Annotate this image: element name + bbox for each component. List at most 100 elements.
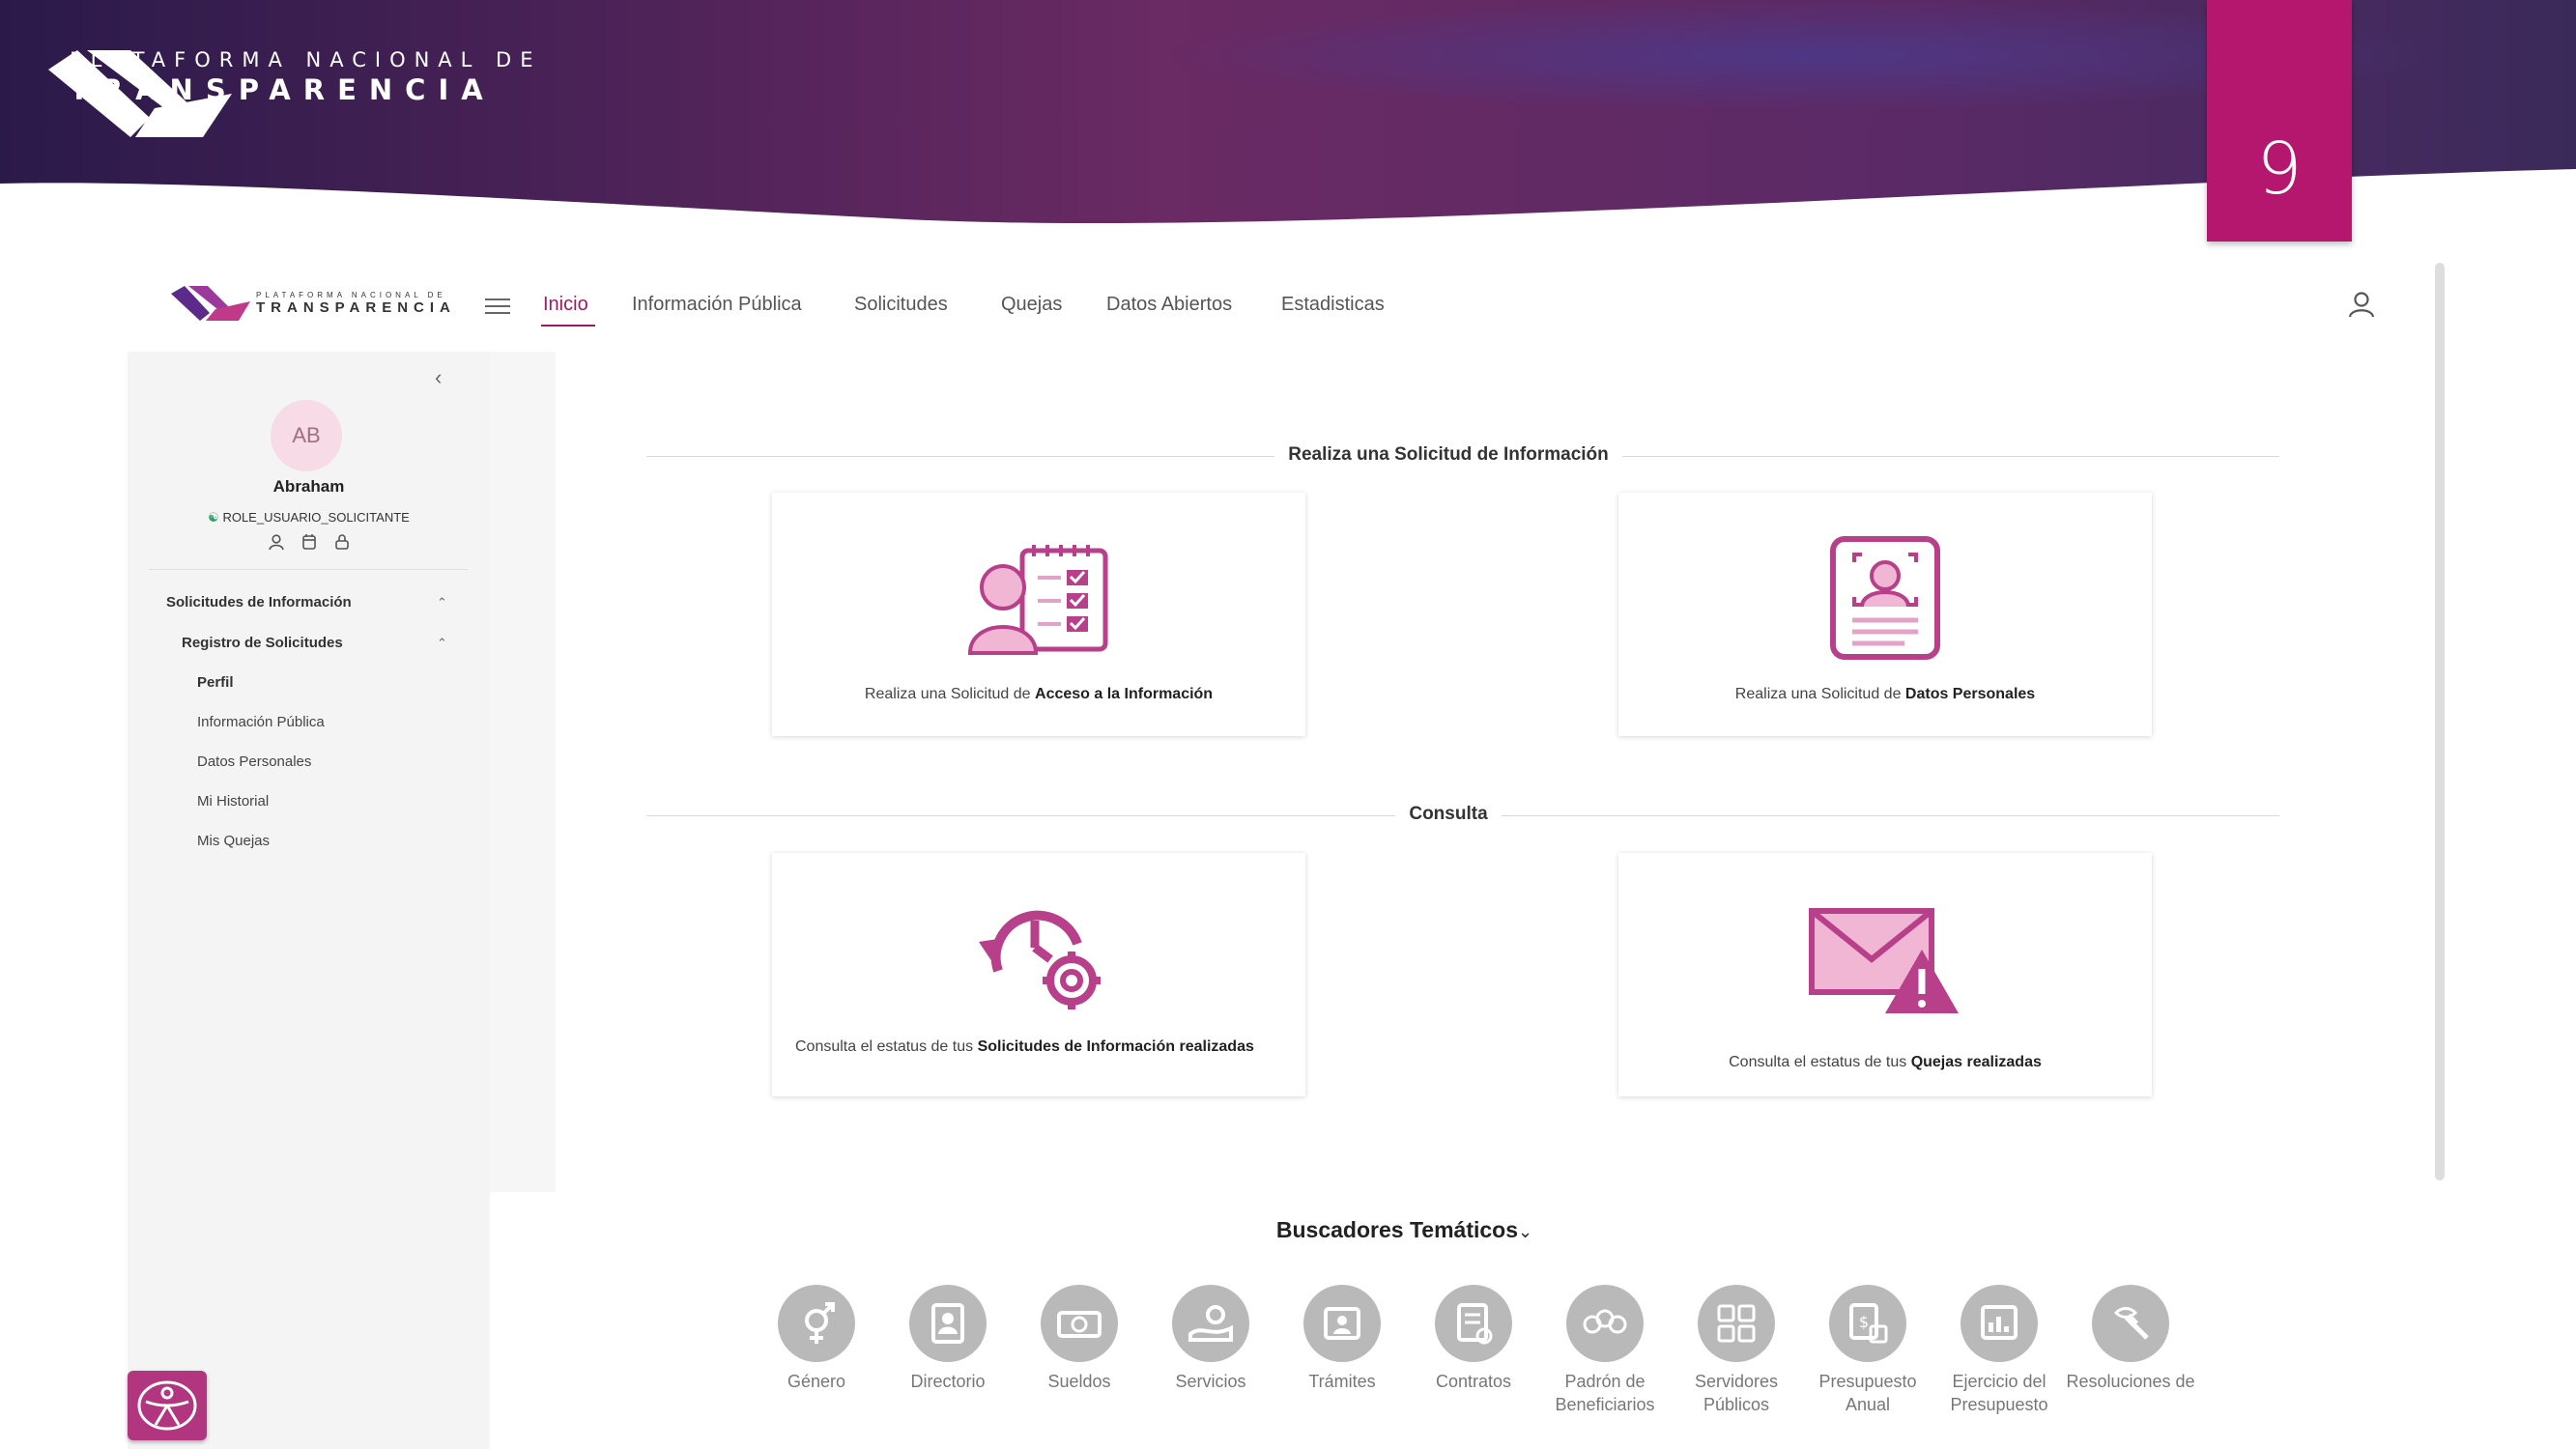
complaint-mail-icon [1809,908,1959,1013]
accessibility-icon [137,1380,197,1431]
tema-ejercicio-presupuesto[interactable]: Ejercicio del Presupuesto [1933,1285,2065,1416]
buscadores-title: Buscadores Temáticos [1275,1217,1519,1242]
tema-resoluciones[interactable]: Resoluciones de [2065,1285,2196,1393]
card-datos-bold: Datos Personales [1904,686,2036,702]
card-solicitudes-bold: Solicitudes de Información realizadas [977,1038,1254,1055]
budget-exercise-icon [1981,1305,2018,1340]
page-number: 9 [2256,128,2303,211]
main-gutter [490,352,556,1192]
top-navbar: PLATAFORMA NACIONAL DE TRANSPARENCIA Ini… [128,263,2375,353]
nav-active-underline [541,325,595,327]
directory-icon [931,1303,964,1344]
main-content: Realiza una Solicitud de Información Rea… [490,352,2371,1449]
tema-contratos[interactable]: Contratos [1408,1285,1539,1393]
card-estatus-quejas[interactable]: Consulta el estatus de tus Quejas realiz… [1618,853,2152,1096]
access-request-icon [967,545,1108,655]
nav-solicitudes[interactable]: Solicitudes [854,294,948,316]
tema-label: Sueldos [1047,1372,1111,1391]
card-datos-personales[interactable]: Realiza una Solicitud de Datos Personale… [1618,493,2152,736]
tema-label: Padrón de Beneficiarios [1555,1372,1655,1414]
slide-banner: PLATAFORMA NACIONAL DE TRANSPARENCIA [0,0,2576,232]
tema-sueldos[interactable]: Sueldos [1014,1285,1145,1393]
user-name: Abraham [272,477,345,496]
slide-brand-logo: PLATAFORMA NACIONAL DE TRANSPARENCIA [48,50,541,137]
request-history-icon [979,910,1101,1009]
profile-calendar-icon[interactable] [301,533,318,551]
nav-informacion-publica[interactable]: Información Pública [632,294,802,316]
card-quejas-prefix: Consulta el estatus de tus [1729,1054,1911,1070]
buscadores-tematicos-toggle[interactable]: Buscadores Temáticos⌄ [490,1217,2319,1243]
section-title-solicitud-text: Realiza una Solicitud de Información [1274,444,1622,465]
page-number-badge: 9 [2207,0,2352,242]
app-screenshot: PLATAFORMA NACIONAL DE TRANSPARENCIA Ini… [128,263,2445,1449]
card-acceso-informacion[interactable]: Realiza una Solicitud de Acceso a la Inf… [772,493,1305,736]
sidebar-item-perfil[interactable]: Perfil [197,674,234,691]
tema-presupuesto-anual[interactable]: $ Presupuesto Anual [1802,1285,1933,1416]
nav-datos-abiertos[interactable]: Datos Abiertos [1106,294,1232,316]
tema-label: Presupuesto Anual [1818,1372,1917,1414]
sidebar: ‹ AB Abraham ☯ ROLE_USUARIO_SOLICITANTE [128,352,490,1449]
tema-label: Ejercicio del Presupuesto [1950,1372,2048,1414]
user-role-label: ROLE_USUARIO_SOLICITANTE [222,510,410,525]
salary-icon [1057,1311,1102,1338]
tema-label: Género [787,1372,846,1391]
card-datos-text: Realiza una Solicitud de Datos Personale… [1642,682,2129,706]
card-datos-prefix: Realiza una Solicitud de [1734,686,1905,702]
tema-padron-beneficiarios[interactable]: Padrón de Beneficiarios [1539,1285,1671,1416]
sidebar-subgroup-registro[interactable]: Registro de Solicitudes [182,635,343,651]
chevron-up-icon[interactable]: ⌃ [437,595,447,611]
card-acceso-text: Realiza una Solicitud de Acceso a la Inf… [795,682,1282,706]
avatar: AB [271,400,342,471]
card-quejas-bold: Quejas realizadas [1910,1054,2042,1070]
section-title-consulta: Consulta [490,804,2407,825]
profile-actions [268,533,351,551]
nav-inicio[interactable]: Inicio [543,294,588,316]
sidebar-item-mi-historial[interactable]: Mi Historial [197,793,269,810]
app-logo[interactable]: PLATAFORMA NACIONAL DE TRANSPARENCIA [171,284,456,323]
sidebar-item-informacion-publica[interactable]: Información Pública [197,714,325,730]
tema-servicios[interactable]: Servicios [1145,1285,1276,1393]
hamburger-menu-icon[interactable] [485,298,510,316]
card-estatus-quejas-text: Consulta el estatus de tus Quejas realiz… [1642,1050,2129,1074]
chevron-up-icon[interactable]: ⌃ [437,636,447,651]
sidebar-item-mis-quejas[interactable]: Mis Quejas [197,833,270,849]
chevron-down-icon: ⌄ [1518,1222,1533,1241]
tema-directorio[interactable]: Directorio [882,1285,1014,1393]
tema-label: Resoluciones de [2066,1372,2195,1391]
app-logo-line1: PLATAFORMA NACIONAL DE [256,291,446,299]
tema-label: Trámites [1308,1372,1376,1391]
card-solicitudes-prefix: Consulta el estatus de tus [795,1038,978,1055]
sidebar-collapse-icon[interactable]: ‹ [435,365,442,390]
services-icon [1188,1305,1233,1342]
transparencia-logo-icon [48,50,232,137]
card-acceso-prefix: Realiza una Solicitud de [864,686,1036,702]
sidebar-group-solicitudes[interactable]: Solicitudes de Información [166,594,352,611]
card-estatus-solicitudes-text: Consulta el estatus de tus Solicitudes d… [795,1035,1282,1059]
tema-label: Servicios [1175,1372,1246,1391]
tema-tramites[interactable]: Trámites [1276,1285,1408,1393]
app-logo-icon [171,286,250,321]
app-logo-line2: TRANSPARENCIA [256,299,456,316]
beneficiaries-icon [1583,1309,1627,1334]
page-scrollbar[interactable] [2435,263,2445,1180]
section-title-solicitud: Realiza una Solicitud de Información [490,444,2407,466]
tema-genero[interactable]: Género [751,1285,882,1393]
role-user-icon: ☯ [208,510,219,525]
tema-servidores-publicos[interactable]: Servidores Públicos [1671,1285,1802,1416]
nav-quejas[interactable]: Quejas [1001,294,1062,316]
accessibility-button[interactable] [128,1371,207,1440]
resolutions-icon [2113,1307,2149,1340]
card-acceso-bold: Acceso a la Información [1035,686,1214,702]
sidebar-item-datos-personales[interactable]: Datos Personales [197,753,311,770]
public-servants-icon [1717,1304,1756,1343]
tema-label: Servidores Públicos [1694,1372,1779,1414]
profile-person-icon[interactable] [268,533,285,551]
budget-icon: $ [1849,1303,1888,1344]
card-estatus-solicitudes[interactable]: Consulta el estatus de tus Solicitudes d… [772,853,1305,1096]
contracts-icon [1457,1303,1493,1345]
tema-label: Directorio [910,1372,986,1391]
user-account-icon[interactable] [2348,290,2375,319]
svg-text:$: $ [1859,1313,1869,1331]
nav-estadisticas[interactable]: Estadisticas [1281,294,1385,316]
profile-lock-icon[interactable] [333,533,351,551]
